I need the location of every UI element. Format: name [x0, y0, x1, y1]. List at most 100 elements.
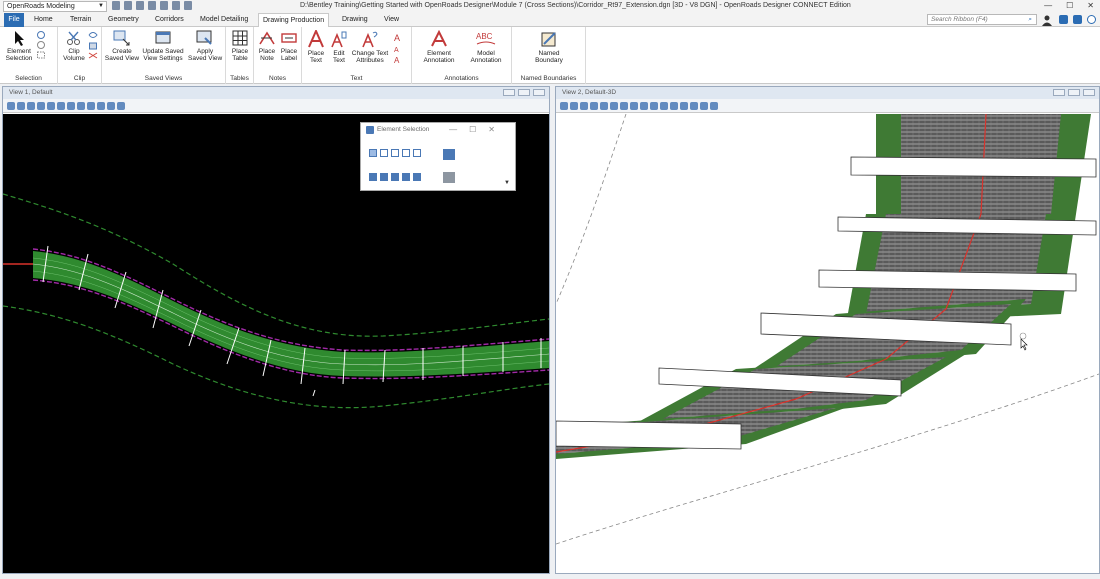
- user-icon[interactable]: [1042, 15, 1054, 26]
- clear-selection-icon[interactable]: [443, 149, 455, 160]
- window-area-icon[interactable]: [57, 101, 65, 110]
- element-annotation-button[interactable]: Element Annotation: [416, 30, 462, 64]
- view-attributes-icon[interactable]: [560, 101, 568, 110]
- window-area-icon[interactable]: [610, 101, 618, 110]
- block-method-icon[interactable]: [380, 149, 388, 157]
- shape-method-icon[interactable]: [391, 149, 399, 157]
- circle-method-icon[interactable]: [402, 149, 410, 157]
- settings-icon[interactable]: [184, 1, 192, 10]
- apply-saved-view-button[interactable]: Apply Saved View: [188, 30, 222, 62]
- view-restore-icon[interactable]: [518, 89, 530, 96]
- search-icon[interactable]: ⌕: [1028, 15, 1032, 24]
- minimize-icon[interactable]: —: [1044, 1, 1052, 10]
- note-icon: [259, 31, 275, 45]
- fit-view-icon[interactable]: [67, 101, 75, 110]
- tab-geometry[interactable]: Geometry: [104, 13, 143, 27]
- share-icon[interactable]: [1073, 15, 1082, 24]
- tab-home[interactable]: Home: [30, 13, 57, 27]
- workspace-select[interactable]: OpenRoads Modeling ▼: [3, 1, 107, 12]
- invert-mode-icon[interactable]: [402, 173, 410, 181]
- redo-icon[interactable]: [172, 1, 180, 10]
- window-title: D:\Bentley Training\Getting Started with…: [300, 2, 851, 9]
- tab-corridors[interactable]: Corridors: [151, 13, 188, 27]
- rotate-view-icon[interactable]: [77, 101, 85, 110]
- zoom-in-icon[interactable]: [590, 101, 598, 110]
- copy-view-icon[interactable]: [117, 101, 125, 110]
- copy-view-icon[interactable]: [690, 101, 698, 110]
- view-2-pane[interactable]: View 2, Default-3D: [555, 86, 1100, 574]
- close-icon[interactable]: ✕: [1087, 1, 1094, 10]
- create-saved-view-button[interactable]: Create Saved View: [104, 30, 140, 62]
- pan-view-icon[interactable]: [87, 101, 95, 110]
- fit-view-icon[interactable]: [620, 101, 628, 110]
- view-minimize-icon[interactable]: [1053, 89, 1065, 96]
- view-minimize-icon[interactable]: [503, 89, 515, 96]
- individual-method-icon[interactable]: [369, 149, 377, 157]
- subtract-mode-icon[interactable]: [391, 173, 399, 181]
- view-close-icon[interactable]: [533, 89, 545, 96]
- place-label-button[interactable]: Place Label: [278, 30, 300, 62]
- group-label: Saved Views: [144, 75, 183, 82]
- view-2-canvas[interactable]: [555, 113, 1100, 573]
- tab-drawing-production[interactable]: Drawing Production: [258, 13, 330, 28]
- connect-icon[interactable]: [1059, 15, 1068, 24]
- place-text-button[interactable]: Place Text: [304, 30, 328, 64]
- clip-volume-icon[interactable]: [700, 101, 708, 110]
- view-next-icon[interactable]: [680, 101, 688, 110]
- clip-tools-icon[interactable]: [88, 31, 98, 59]
- named-boundary-button[interactable]: Named Boundary: [526, 30, 572, 64]
- model-annotation-button[interactable]: ABC Model Annotation: [464, 30, 508, 64]
- undo-icon[interactable]: [160, 1, 168, 10]
- change-text-attributes-button[interactable]: Change Text Attributes: [350, 30, 390, 64]
- zoom-out-icon[interactable]: [47, 101, 55, 110]
- display-style-icon[interactable]: [17, 101, 25, 110]
- expand-dialog-icon[interactable]: ▼: [504, 180, 510, 186]
- zoom-in-icon[interactable]: [37, 101, 45, 110]
- print-icon[interactable]: [148, 1, 156, 10]
- help-icon[interactable]: [1087, 15, 1096, 24]
- toggle-3d-icon[interactable]: [710, 101, 718, 110]
- zoom-out-icon[interactable]: [600, 101, 608, 110]
- ribbon-tabs: File Home Terrain Geometry Corridors Mod…: [0, 13, 1100, 28]
- update-saved-view-button[interactable]: Update Saved View Settings: [140, 30, 186, 62]
- element-selection-dialog[interactable]: Element Selection —☐✕ ▼: [360, 122, 516, 191]
- open-icon[interactable]: [124, 1, 132, 10]
- clip-volume-button[interactable]: Clip Volume: [60, 30, 88, 62]
- view-attributes-icon[interactable]: [7, 101, 15, 110]
- tab-file[interactable]: File: [4, 13, 24, 27]
- pan-view-icon[interactable]: [660, 101, 668, 110]
- tab-model-detailing[interactable]: Model Detailing: [196, 13, 252, 27]
- view-previous-icon[interactable]: [670, 101, 678, 110]
- view-previous-icon[interactable]: [97, 101, 105, 110]
- view-restore-icon[interactable]: [1068, 89, 1080, 96]
- camera-icon[interactable]: [650, 101, 658, 110]
- tab-view[interactable]: View: [380, 13, 403, 27]
- element-selection-button[interactable]: Element Selection: [4, 30, 34, 62]
- display-style-icon[interactable]: [570, 101, 578, 110]
- save-icon[interactable]: [136, 1, 144, 10]
- view-1-pane[interactable]: View 1, Default Element Selection —☐✕ ▼: [2, 86, 550, 574]
- maximize-icon[interactable]: ☐: [1066, 1, 1073, 10]
- update-view-icon[interactable]: [580, 101, 588, 110]
- walk-icon[interactable]: [640, 101, 648, 110]
- view-next-icon[interactable]: [107, 101, 115, 110]
- search-input[interactable]: Search Ribbon (F4) ⌕: [927, 14, 1037, 25]
- text-attributes-icon: [362, 31, 378, 48]
- select-all-icon[interactable]: [443, 172, 455, 183]
- selection-tools-icon[interactable]: [36, 31, 46, 61]
- text-tools-icon[interactable]: A A A: [392, 31, 406, 65]
- tab-drawing[interactable]: Drawing: [338, 13, 372, 27]
- view-close-icon[interactable]: [1083, 89, 1095, 96]
- new-icon[interactable]: [112, 1, 120, 10]
- new-mode-icon[interactable]: [369, 173, 377, 181]
- edit-text-button[interactable]: Edit Text: [328, 30, 350, 64]
- rotate-view-icon[interactable]: [630, 101, 638, 110]
- clear-mode-icon[interactable]: [413, 173, 421, 181]
- update-view-icon[interactable]: [27, 101, 35, 110]
- help-icons: [1059, 15, 1096, 24]
- place-note-button[interactable]: Place Note: [256, 30, 278, 62]
- add-mode-icon[interactable]: [380, 173, 388, 181]
- tab-terrain[interactable]: Terrain: [66, 13, 95, 27]
- place-table-button[interactable]: Place Table: [228, 30, 252, 62]
- line-method-icon[interactable]: [413, 149, 421, 157]
